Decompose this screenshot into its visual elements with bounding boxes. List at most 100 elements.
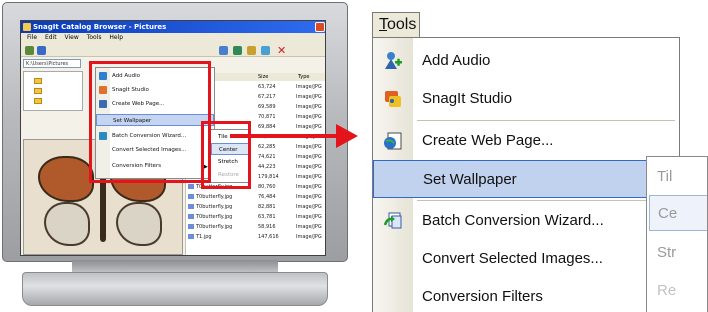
table-row[interactable]: T0butterfly.jpg 82,881 Image/JPG (188, 203, 325, 211)
image-file-icon (188, 204, 194, 209)
toolbar-icon[interactable] (233, 46, 242, 55)
menu-item-create-web-page[interactable]: Create Web Page... (373, 122, 679, 160)
file-type: Image/JPG (296, 174, 322, 180)
file-type: Image/JPG (296, 224, 322, 230)
mini-address-bar[interactable]: K:\Users\Pictures (23, 59, 81, 68)
file-type: Image/JPG (296, 204, 322, 210)
file-type: Image/JPG (296, 184, 322, 190)
app-icon (23, 23, 31, 31)
file-size: 69,589 (258, 104, 276, 110)
file-type: Image/JPG (296, 114, 322, 120)
file-size: 62,285 (258, 144, 276, 150)
submenu-item-stretch[interactable]: Str (657, 235, 676, 271)
file-size: 63,724 (258, 84, 276, 90)
submenu-item-tile[interactable]: Til (657, 159, 672, 195)
monitor-stand (22, 272, 328, 306)
file-size: 44,223 (258, 164, 276, 170)
submenu-item-center[interactable]: Ce (649, 195, 707, 231)
file-type: Image/JPG (296, 144, 322, 150)
mini-toolbar: ✕ (21, 43, 325, 57)
type-header[interactable]: Type (298, 73, 309, 81)
mini-menu-tools[interactable]: Tools (87, 34, 102, 41)
file-type: Image/JPG (296, 94, 322, 100)
folder-icon (34, 98, 42, 104)
menu-item-add-audio[interactable]: Add Audio (373, 42, 679, 80)
file-type: Image/JPG (296, 214, 322, 220)
file-size: 58,916 (258, 224, 276, 230)
folder-icon (34, 88, 42, 94)
toolbar-icon[interactable] (247, 46, 256, 55)
mini-menu-bar: File Edit View Tools Help (21, 33, 325, 43)
toolbar-icon[interactable] (37, 46, 46, 55)
butterfly-wing (116, 202, 162, 246)
file-name: T0butterfly.jpg (196, 224, 233, 230)
file-type: Image/JPG (296, 194, 322, 200)
menu-item-batch-conversion[interactable]: Batch Conversion Wizard... (373, 202, 679, 240)
table-row[interactable]: T0butterfly.jpg 58,916 Image/JPG (188, 223, 325, 231)
file-name: T0butterfly.jpg (196, 194, 233, 200)
menu-separator (417, 120, 675, 121)
folder-icon (34, 78, 42, 84)
menu-item-label: Set Wallpaper (423, 171, 517, 188)
menu-item-snagit-studio[interactable]: SnagIt Studio (373, 80, 679, 118)
menu-item-label: Convert Selected Images... (422, 250, 603, 267)
file-name: T0butterfly.jpg (196, 204, 233, 210)
image-file-icon (188, 214, 194, 219)
menu-separator (417, 200, 675, 201)
delete-icon[interactable]: ✕ (277, 45, 286, 56)
file-size: 147,616 (258, 234, 279, 240)
menu-item-convert-selected[interactable]: Convert Selected Images... (373, 240, 679, 278)
submenu-item-restore: Re (657, 282, 677, 299)
file-size: 76,484 (258, 194, 276, 200)
batch-conversion-icon (383, 212, 402, 229)
file-size: 179,814 (258, 174, 279, 180)
butterfly-wing (44, 202, 90, 246)
size-header[interactable]: Size (258, 73, 268, 81)
file-type: Image/JPG (296, 154, 322, 160)
file-name: T1.jpg (196, 234, 212, 240)
file-size: 63,781 (258, 214, 276, 220)
callout-box-submenu (201, 121, 251, 189)
menu-item-label: SnagIt Studio (422, 90, 513, 107)
snagit-studio-icon (385, 91, 401, 107)
file-size: 74,621 (258, 154, 276, 160)
file-name: T0butterfly.jpg (196, 214, 233, 220)
mini-menu-help[interactable]: Help (109, 34, 123, 41)
monitor-illustration: SnagIt Catalog Browser - Pictures File E… (2, 2, 348, 308)
menu-item-set-wallpaper[interactable]: Set Wallpaper (373, 160, 679, 198)
menu-item-label: Batch Conversion Wizard... (422, 212, 604, 229)
toolbar-icon[interactable] (25, 46, 34, 55)
file-size: 67,217 (258, 94, 276, 100)
menu-item-conversion-filters[interactable]: Conversion Filters (373, 278, 679, 312)
image-file-icon (188, 234, 194, 239)
close-icon[interactable] (315, 22, 325, 32)
table-row[interactable]: T1.jpg 147,616 Image/JPG (188, 233, 325, 241)
callout-box-menu (89, 61, 211, 183)
image-file-icon (188, 194, 194, 199)
callout-arrow-head (336, 124, 358, 148)
add-audio-icon (385, 52, 402, 69)
file-size: 69,884 (258, 124, 276, 130)
toolbar-icon[interactable] (219, 46, 228, 55)
toolbar-icon[interactable] (261, 46, 270, 55)
image-file-icon (188, 224, 194, 229)
mini-title-bar: SnagIt Catalog Browser - Pictures (21, 21, 325, 33)
menu-title-tools[interactable]: Tools (372, 12, 420, 38)
mini-folder-tree[interactable] (23, 71, 83, 111)
menu-item-label: Create Web Page... (422, 132, 554, 149)
menu-title-mnemonic: T (379, 16, 387, 33)
image-file-icon (188, 184, 194, 189)
menu-item-label: Add Audio (422, 52, 491, 69)
mini-menu-edit[interactable]: Edit (45, 34, 57, 41)
menu-title-rest: ools (387, 16, 417, 33)
file-size: 80,760 (258, 184, 276, 190)
table-row[interactable]: T0butterfly.jpg 63,781 Image/JPG (188, 213, 325, 221)
file-size: 70,871 (258, 114, 276, 120)
file-size: 82,881 (258, 204, 276, 210)
butterfly-wing (38, 156, 94, 202)
mini-menu-file[interactable]: File (27, 34, 37, 41)
monitor-screen: SnagIt Catalog Browser - Pictures File E… (20, 20, 326, 256)
zoomed-tools-menu: Tools Add Audio SnagIt Studio Create Web… (368, 0, 708, 312)
table-row[interactable]: T0butterfly.jpg 76,484 Image/JPG (188, 193, 325, 201)
mini-menu-view[interactable]: View (65, 34, 79, 41)
